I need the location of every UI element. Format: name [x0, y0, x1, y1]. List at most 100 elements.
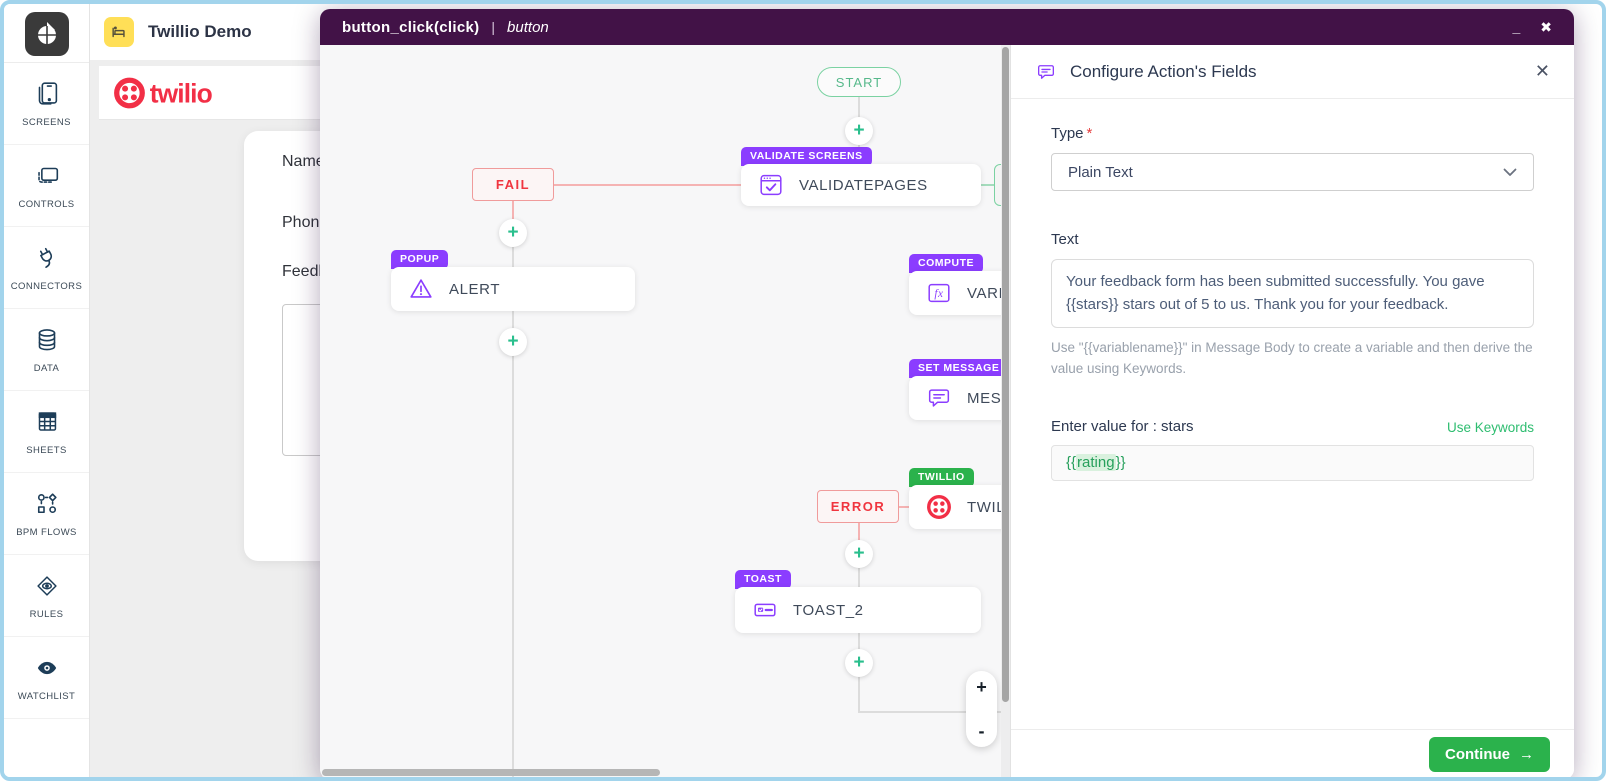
svg-text:fx: fx [934, 288, 943, 300]
sidebar: SCREENS CONTROLS CONNECTORS DATA SHEETS … [4, 4, 90, 777]
action-flow-modal: button_click(click) | button _ ✖ START +… [320, 9, 1574, 777]
app-screen: SCREENS CONTROLS CONNECTORS DATA SHEETS … [0, 0, 1606, 781]
panel-title: Configure Action's Fields [1070, 61, 1257, 81]
sidebar-item-label: WATCHLIST [17, 691, 76, 702]
modal-header: button_click(click) | button _ ✖ [320, 9, 1574, 45]
twilio-icon [927, 495, 951, 519]
value-keyword: rating [1076, 454, 1116, 472]
fx-icon: fx [928, 283, 950, 303]
continue-button[interactable]: Continue → [1429, 737, 1550, 772]
flow-canvas[interactable]: START + + + + + FAIL ERROR VALIDATE SCRE… [320, 45, 1010, 777]
stars-value-input[interactable]: {{rating}} [1051, 444, 1534, 481]
form-label-name: Name [282, 153, 325, 170]
validatepages-node[interactable]: VALIDATEPAGES [741, 164, 981, 206]
type-label: Type * [1051, 125, 1093, 142]
sidebar-item-label: BPM FLOWS [16, 527, 77, 538]
add-step-button[interactable]: + [499, 219, 527, 247]
value-suffix: }} [1115, 454, 1126, 472]
sidebar-item-sheets[interactable]: SHEETS [4, 391, 89, 473]
panel-close-icon[interactable]: ✕ [1535, 61, 1550, 82]
canvas-zoom-control: + - [966, 671, 997, 747]
configure-panel: Configure Action's Fields ✕ Type * Plain … [1010, 45, 1574, 777]
sidebar-item-connectors[interactable]: CONNECTORS [4, 227, 89, 309]
required-asterisk: * [1086, 125, 1093, 142]
panel-body: Type * Plain Text Text Your feedback form… [1011, 99, 1574, 481]
flow-start-node[interactable]: START [817, 67, 901, 97]
sidebar-item-watchlist[interactable]: WATCHLIST [4, 637, 89, 719]
message-text-input[interactable]: Your feedback form has been submitted su… [1051, 259, 1534, 328]
watchlist-icon [37, 661, 56, 675]
controls-icon [37, 167, 58, 183]
edge-plus-toast [858, 568, 860, 587]
twilio-logo: twilio [114, 77, 214, 108]
modal-title-separator: | [491, 19, 496, 35]
sidebar-item-label: DATA [33, 363, 60, 374]
dronahq-logo[interactable] [24, 12, 69, 56]
type-select[interactable]: Plain Text [1051, 153, 1534, 191]
configure-icon [1038, 64, 1054, 79]
value-row: Enter value for : stars Use Keywords [1051, 418, 1534, 435]
app-glyph-icon [112, 26, 125, 38]
add-step-button[interactable]: + [845, 649, 873, 677]
helper-text: Use "{{variablename}}" in Message Body t… [1051, 339, 1533, 377]
edge-plus-alert [512, 247, 514, 269]
modal-body: START + + + + + FAIL ERROR VALIDATE SCRE… [320, 45, 1574, 777]
toast-icon [754, 603, 776, 617]
add-step-button[interactable]: + [845, 117, 873, 145]
value-label: Enter value for : stars [1051, 417, 1194, 435]
add-step-button[interactable]: + [845, 540, 873, 568]
app-preview: twilio Name Phone Feedback [90, 60, 624, 777]
message-icon [928, 389, 950, 407]
app-icon[interactable] [104, 17, 134, 47]
bpm-flows-icon [37, 493, 57, 514]
rules-icon [36, 576, 57, 596]
sidebar-item-screens[interactable]: SCREENS [4, 63, 89, 145]
sidebar-item-label: SHEETS [26, 445, 67, 456]
app-title-bar: Twillio Demo [90, 4, 322, 60]
chevron-down-icon [1503, 168, 1517, 176]
text-label: Text [1051, 231, 1079, 248]
edge-error-twillio [899, 506, 909, 508]
zoom-in-button[interactable]: + [976, 678, 987, 696]
panel-footer: Continue → [1011, 729, 1574, 777]
value-prefix: {{ [1066, 454, 1077, 472]
edge-error-down [858, 523, 860, 540]
message-node[interactable]: MESSAGE [909, 376, 1010, 420]
app-title: Twillio Demo [148, 22, 252, 41]
sidebar-item-bpm-flows[interactable]: BPM FLOWS [4, 473, 89, 555]
data-icon [38, 329, 55, 351]
alert-node[interactable]: ALERT [391, 267, 635, 311]
sidebar-item-label: RULES [29, 609, 64, 620]
sheets-icon [38, 412, 56, 431]
add-step-button[interactable]: + [499, 328, 527, 356]
svg-text:twilio: twilio [150, 78, 213, 108]
alert-icon [410, 279, 432, 298]
edge-fail-down [512, 201, 514, 219]
node-label: TOAST_2 [793, 601, 864, 619]
minimize-icon[interactable]: _ [1512, 20, 1520, 34]
sidebar-item-rules[interactable]: RULES [4, 555, 89, 637]
arrow-right-icon: → [1519, 746, 1534, 763]
panel-header: Configure Action's Fields ✕ [1011, 45, 1574, 99]
close-icon[interactable]: ✖ [1540, 19, 1552, 36]
modal-window-controls: _ ✖ [1512, 19, 1552, 36]
vertical-scrollbar-track [1001, 45, 1010, 777]
twillio-node[interactable]: TWILLIO [909, 485, 1010, 529]
edge-fail-validate [554, 184, 741, 186]
node-label: VALIDATEPAGES [799, 176, 928, 194]
node-label: ALERT [449, 280, 501, 298]
sidebar-item-label: CONTROLS [18, 199, 75, 210]
zoom-out-button[interactable]: - [979, 722, 985, 740]
horizontal-scrollbar[interactable] [322, 769, 660, 776]
validate-icon [760, 174, 782, 196]
vertical-scrollbar[interactable] [1002, 47, 1009, 702]
variable-node[interactable]: fx VARIABLE [909, 271, 1010, 315]
sidebar-item-controls[interactable]: CONTROLS [4, 145, 89, 227]
fail-condition: FAIL [472, 168, 554, 201]
toast-node[interactable]: TOAST_2 [735, 587, 981, 633]
error-condition: ERROR [817, 490, 899, 523]
sidebar-item-data[interactable]: DATA [4, 309, 89, 391]
modal-title: button_click(click) [342, 18, 480, 36]
edge-alert-down [512, 311, 514, 777]
use-keywords-link[interactable]: Use Keywords [1447, 420, 1534, 435]
